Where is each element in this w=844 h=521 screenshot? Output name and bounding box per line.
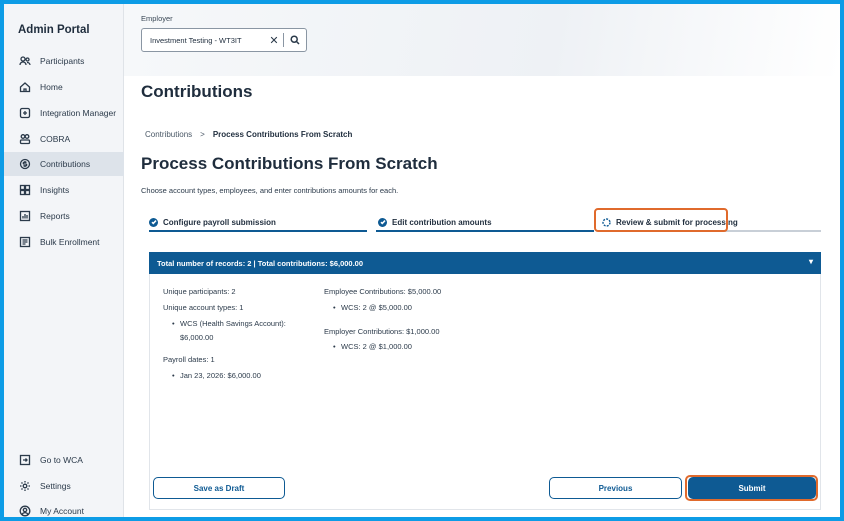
sidebar-item-integration-manager[interactable]: Integration Manager	[4, 101, 124, 125]
step-configure-payroll[interactable]: Configure payroll submission	[145, 212, 276, 232]
external-icon	[18, 453, 32, 467]
caret-down-icon[interactable]: ▾	[809, 257, 813, 266]
summary-totals: Total number of records: 2 | Total contr…	[157, 258, 364, 268]
breadcrumb-root[interactable]: Contributions	[145, 130, 192, 139]
unique-account-types: Unique account types: 1	[163, 303, 244, 312]
section-description: Choose account types, employees, and ent…	[141, 186, 399, 195]
gear-icon	[18, 479, 32, 493]
save-draft-button[interactable]: Save as Draft	[153, 477, 285, 499]
sidebar-item-label: Integration Manager	[40, 108, 117, 118]
employer-selector[interactable]: Investment Testing - WT3IT ✕	[141, 28, 307, 52]
app-window: Admin Portal Participants Home Integrati…	[4, 4, 840, 517]
step-progress-line	[376, 230, 594, 232]
sidebar-item-label: Contributions	[40, 159, 91, 169]
check-circle-icon	[378, 217, 387, 227]
unique-participants: Unique participants: 2	[163, 287, 236, 296]
employer-contributions: Employer Contributions: $1,000.00	[324, 327, 440, 336]
payroll-date-item: Jan 23, 2026: $6,000.00	[172, 370, 261, 381]
check-circle-icon	[149, 217, 158, 227]
employer-value[interactable]: Investment Testing - WT3IT	[142, 36, 265, 45]
account-type-amount: $6,000.00	[180, 333, 214, 342]
employer-label: Employer	[141, 14, 173, 23]
step-label: Configure payroll submission	[163, 217, 276, 227]
sidebar-item-insights[interactable]: Insights	[4, 178, 124, 202]
brand-title: Admin Portal	[18, 24, 90, 36]
section-title: Process Contributions From Scratch	[141, 154, 438, 173]
bulk-enrollment-icon	[18, 235, 32, 249]
employee-contributions: Employee Contributions: $5,000.00	[324, 287, 442, 296]
breadcrumb: Contributions > Process Contributions Fr…	[145, 130, 352, 139]
sidebar-item-label: COBRA	[40, 134, 71, 144]
step-highlight-outline	[594, 208, 728, 232]
payroll-dates: Payroll dates: 1	[163, 355, 215, 364]
page-title: Contributions	[141, 82, 253, 101]
reports-icon	[18, 209, 32, 223]
sidebar-item-label: My Account	[40, 506, 84, 516]
account-type-item: WCS (Health Savings Account):	[172, 318, 286, 329]
breadcrumb-current: Process Contributions From Scratch	[212, 130, 353, 139]
sidebar-item-label: Participants	[40, 56, 85, 66]
sidebar: Admin Portal Participants Home Integrati…	[4, 4, 124, 517]
submit-button[interactable]: Submit	[688, 477, 816, 499]
chevron-right-icon: >	[200, 130, 205, 139]
step-progress-line	[149, 230, 367, 232]
sidebar-item-label: Settings	[40, 481, 71, 491]
previous-button[interactable]: Previous	[549, 477, 682, 499]
employer-contribution-item: WCS: 2 @ $1,000.00	[333, 341, 412, 352]
contributions-icon	[18, 157, 32, 171]
sidebar-item-contributions[interactable]: Contributions	[4, 152, 124, 176]
close-icon[interactable]: ✕	[265, 34, 283, 47]
sidebar-item-my-account[interactable]: My Account	[4, 499, 124, 517]
sidebar-item-participants[interactable]: Participants	[4, 49, 124, 73]
cobra-icon	[18, 132, 32, 146]
search-icon[interactable]	[284, 35, 306, 45]
main-content: Employer Investment Testing - WT3IT ✕ Co…	[124, 4, 840, 517]
step-edit-contributions[interactable]: Edit contribution amounts	[374, 212, 492, 232]
insights-icon	[18, 183, 32, 197]
sidebar-item-bulk-enrollment[interactable]: Bulk Enrollment	[4, 230, 124, 254]
account-icon	[18, 504, 32, 517]
summary-header[interactable]: Total number of records: 2 | Total contr…	[149, 252, 821, 274]
people-icon	[18, 54, 32, 68]
sidebar-item-settings[interactable]: Settings	[4, 474, 124, 498]
integration-icon	[18, 106, 32, 120]
sidebar-item-label: Reports	[40, 211, 70, 221]
sidebar-item-cobra[interactable]: COBRA	[4, 127, 124, 151]
home-icon	[18, 80, 32, 94]
sidebar-item-go-to-wca[interactable]: Go to WCA	[4, 448, 124, 472]
sidebar-item-reports[interactable]: Reports	[4, 204, 124, 228]
employee-contribution-item: WCS: 2 @ $5,000.00	[333, 302, 412, 313]
sidebar-item-label: Home	[40, 82, 63, 92]
step-label: Edit contribution amounts	[392, 217, 492, 227]
sidebar-item-label: Insights	[40, 185, 70, 195]
sidebar-item-label: Bulk Enrollment	[40, 237, 100, 247]
sidebar-item-home[interactable]: Home	[4, 75, 124, 99]
sidebar-item-label: Go to WCA	[40, 455, 83, 465]
